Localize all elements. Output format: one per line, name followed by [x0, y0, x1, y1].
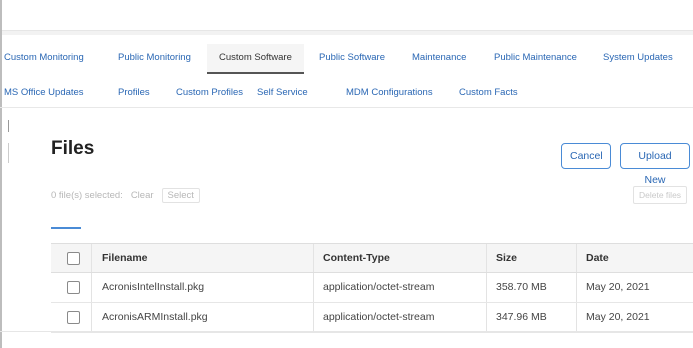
left-edge-marker	[8, 120, 9, 132]
table-row[interactable]: AcronisIntelInstall.pkg application/octe…	[51, 273, 693, 303]
row-content-type: application/octet-stream	[323, 311, 435, 323]
tab-public-software[interactable]: Public Software	[319, 44, 385, 72]
row-size: 347.96 MB	[496, 311, 547, 323]
column-divider	[91, 244, 92, 272]
page-title: Files	[51, 138, 95, 159]
row-date: May 20, 2021	[586, 311, 650, 323]
row-date: May 20, 2021	[586, 281, 650, 293]
column-divider	[313, 244, 314, 272]
row-filename[interactable]: AcronisARMInstall.pkg	[102, 303, 208, 331]
select-button[interactable]: Select	[161, 187, 200, 203]
tab-self-service[interactable]: Self Service	[257, 79, 308, 107]
tab-custom-facts[interactable]: Custom Facts	[459, 79, 518, 107]
bottom-divider	[0, 331, 693, 332]
clear-button[interactable]: Clear	[131, 190, 154, 201]
tab-system-updates[interactable]: System Updates	[603, 44, 673, 72]
column-header-filename[interactable]: Filename	[102, 244, 148, 272]
delete-files-button[interactable]: Delete files	[633, 186, 688, 204]
row-content-type: application/octet-stream	[323, 281, 435, 293]
table-row[interactable]: AcronisARMInstall.pkg application/octet-…	[51, 303, 693, 333]
tab-profiles[interactable]: Profiles	[118, 79, 150, 107]
column-divider	[576, 303, 577, 332]
tabs-row-primary: Custom Monitoring Public Monitoring Cust…	[0, 44, 693, 74]
left-edge-marker-lower	[8, 143, 9, 163]
column-divider	[91, 303, 92, 332]
row-size: 358.70 MB	[496, 281, 547, 293]
row-checkbox[interactable]	[67, 311, 80, 324]
active-indicator	[51, 227, 81, 229]
tab-public-maintenance[interactable]: Public Maintenance	[494, 44, 577, 72]
top-bar	[0, 0, 693, 31]
row-checkbox[interactable]	[67, 281, 80, 294]
files-table: Filename Content-Type Size Date AcronisI…	[51, 243, 693, 333]
tab-custom-profiles[interactable]: Custom Profiles	[176, 79, 243, 107]
column-divider	[313, 273, 314, 302]
column-divider	[486, 244, 487, 272]
tab-mdm-configurations[interactable]: MDM Configurations	[346, 79, 433, 107]
selection-bar: 0 file(s) selected: Clear Select	[51, 186, 200, 204]
tab-custom-monitoring[interactable]: Custom Monitoring	[4, 44, 84, 72]
column-header-content-type[interactable]: Content-Type	[323, 244, 390, 272]
column-divider	[486, 273, 487, 302]
cancel-button[interactable]: Cancel	[561, 143, 611, 169]
select-all-checkbox[interactable]	[67, 252, 80, 265]
column-header-date[interactable]: Date	[586, 244, 609, 272]
tabs-divider	[0, 107, 693, 108]
column-divider	[91, 273, 92, 302]
selection-count: 0 file(s) selected:	[51, 189, 123, 201]
column-divider	[486, 303, 487, 332]
tab-public-monitoring[interactable]: Public Monitoring	[118, 44, 191, 72]
column-divider	[576, 273, 577, 302]
column-header-size[interactable]: Size	[496, 244, 517, 272]
column-divider	[576, 244, 577, 272]
tabs-row-secondary: MS Office Updates Profiles Custom Profil…	[0, 79, 693, 107]
tab-ms-office-updates[interactable]: MS Office Updates	[4, 79, 84, 107]
top-strip	[0, 31, 693, 35]
column-divider	[313, 303, 314, 332]
tab-custom-software[interactable]: Custom Software	[207, 44, 304, 74]
row-filename[interactable]: AcronisIntelInstall.pkg	[102, 273, 204, 301]
tab-maintenance[interactable]: Maintenance	[412, 44, 466, 72]
table-header: Filename Content-Type Size Date	[51, 243, 693, 273]
upload-new-button[interactable]: Upload New	[620, 143, 690, 186]
